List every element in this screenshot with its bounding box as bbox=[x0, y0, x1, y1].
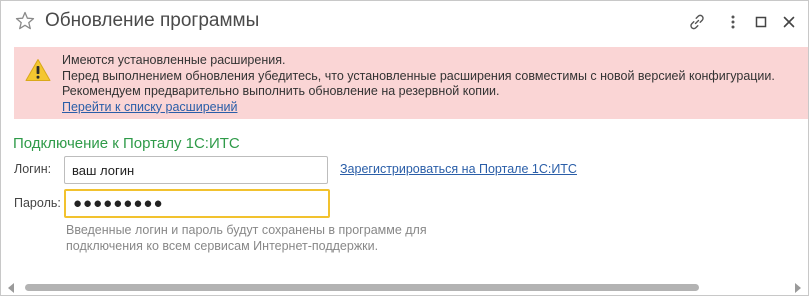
scrollbar-thumb[interactable] bbox=[25, 284, 699, 291]
credentials-hint: Введенные логин и пароль будут сохранены… bbox=[66, 223, 427, 254]
window-title: Обновление программы bbox=[45, 10, 260, 31]
update-window: Обновление программы Имеются установленн… bbox=[0, 0, 809, 296]
banner-line-extensions: Имеются установленные расширения. bbox=[62, 53, 286, 67]
register-link[interactable]: Зарегистрироваться на Портале 1С:ИТС bbox=[340, 162, 577, 176]
login-label: Логин: bbox=[14, 162, 52, 176]
banner-line-compatibility: Перед выполнением обновления убедитесь, … bbox=[62, 68, 775, 83]
scroll-right-icon[interactable] bbox=[795, 283, 801, 293]
password-input[interactable] bbox=[64, 189, 330, 218]
warning-icon bbox=[25, 58, 51, 82]
star-icon[interactable] bbox=[15, 11, 35, 31]
section-title: Подключение к Порталу 1С:ИТС bbox=[13, 135, 240, 152]
title-bar: Обновление программы bbox=[1, 1, 808, 43]
horizontal-scrollbar[interactable] bbox=[1, 280, 808, 295]
banner-line-recommendation: Рекомендуем предварительно выполнить обн… bbox=[62, 84, 500, 98]
hint-line: Введенные логин и пароль будут сохранены… bbox=[66, 223, 427, 237]
login-input[interactable] bbox=[64, 156, 328, 184]
scroll-left-icon[interactable] bbox=[8, 283, 14, 293]
more-vertical-icon[interactable] bbox=[723, 12, 743, 32]
link-icon[interactable] bbox=[687, 12, 707, 32]
warning-banner: Имеются установленные расширения. Перед … bbox=[14, 47, 808, 119]
password-label: Пароль: bbox=[14, 196, 61, 210]
extensions-list-link[interactable]: Перейти к списку расширений bbox=[62, 100, 237, 114]
close-icon[interactable] bbox=[779, 12, 799, 32]
maximize-icon[interactable] bbox=[751, 12, 771, 32]
hint-line: подключения ко всем сервисам Интернет-по… bbox=[66, 238, 379, 253]
